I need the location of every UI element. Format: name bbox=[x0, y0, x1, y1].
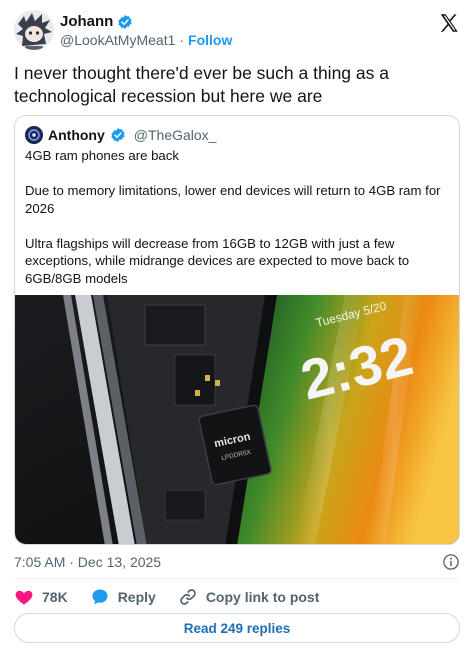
chat-bubble-icon bbox=[92, 589, 108, 605]
quoted-tweet-image[interactable]: micron LPDDR5X Tuesday 5/20 2:32 bbox=[15, 295, 460, 545]
quoted-paragraph: Ultra flagships will decrease from 16GB … bbox=[25, 235, 410, 286]
quoted-avatar[interactable] bbox=[25, 126, 43, 144]
quoted-tweet-text: 4GB ram phones are back Due to memory li… bbox=[25, 147, 450, 287]
verified-badge-icon bbox=[118, 14, 132, 29]
tweet-text: I never thought there'd ever be such a t… bbox=[14, 63, 389, 106]
quoted-tweet-header: Anthony @TheGalox_ bbox=[25, 126, 216, 144]
follow-button[interactable]: Follow bbox=[188, 32, 232, 48]
link-icon bbox=[180, 589, 196, 605]
info-icon[interactable] bbox=[442, 553, 460, 571]
quoted-tweet-card[interactable]: Anthony @TheGalox_ 4GB ram phones are ba… bbox=[14, 115, 460, 545]
read-replies-button[interactable]: Read 249 replies bbox=[14, 613, 460, 643]
verified-badge-icon bbox=[111, 128, 125, 142]
action-bar: 78K Reply Copy link to post bbox=[14, 586, 341, 608]
like-button[interactable]: 78K bbox=[14, 587, 68, 607]
copy-link-button[interactable]: Copy link to post bbox=[178, 587, 320, 607]
tweet-timestamp[interactable]: 7:05 AM · Dec 13, 2025 bbox=[14, 554, 161, 570]
tweet-header: Johann @LookAtMyMeat1 · Follow bbox=[14, 10, 460, 54]
quoted-author-handle[interactable]: @TheGalox_ bbox=[134, 127, 217, 143]
author-handle-row: @LookAtMyMeat1 · Follow bbox=[60, 32, 232, 48]
handle-separator: · bbox=[179, 32, 185, 48]
divider bbox=[14, 578, 460, 579]
reply-button[interactable]: Reply bbox=[90, 587, 156, 607]
quoted-paragraph: Due to memory limitations, lower end dev… bbox=[25, 183, 441, 216]
reply-label: Reply bbox=[117, 589, 156, 605]
copy-link-label: Copy link to post bbox=[205, 589, 320, 605]
timestamp-row: 7:05 AM · Dec 13, 2025 bbox=[14, 552, 460, 572]
quoted-author-name[interactable]: Anthony bbox=[48, 127, 105, 143]
avatar[interactable] bbox=[14, 10, 54, 50]
like-count: 78K bbox=[42, 589, 68, 605]
quoted-paragraph: 4GB ram phones are back bbox=[25, 148, 179, 163]
x-logo-icon[interactable] bbox=[438, 12, 460, 34]
heart-icon bbox=[15, 590, 33, 605]
author-name[interactable]: Johann bbox=[60, 13, 113, 30]
author-name-row: Johann bbox=[60, 13, 133, 30]
author-handle[interactable]: @LookAtMyMeat1 bbox=[60, 32, 175, 48]
